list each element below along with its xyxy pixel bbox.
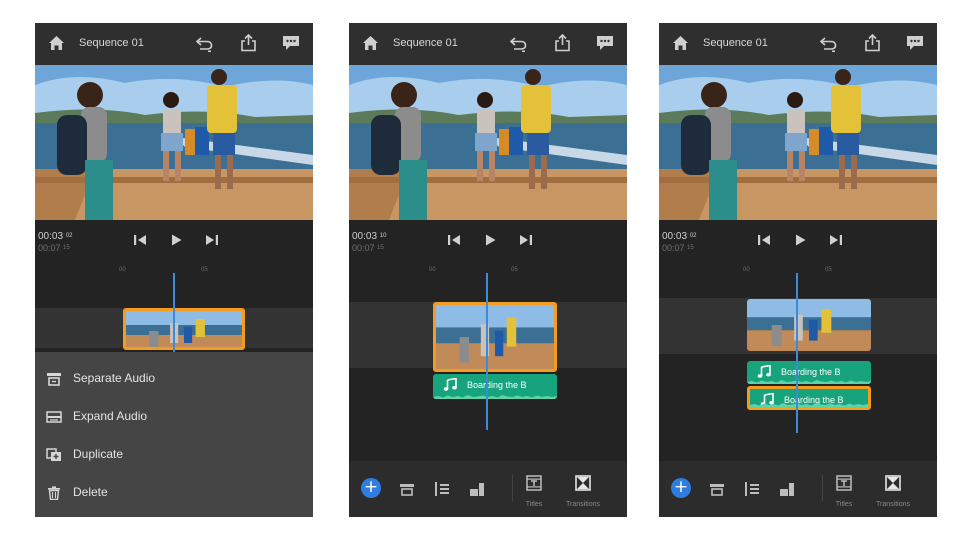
phone-screen-duplicated-audio: Sequence 01 00:03 02 00:07 15 00 05 Boar… — [659, 23, 937, 517]
transitions-icon[interactable] — [885, 475, 901, 491]
menu-item-label: Duplicate — [73, 447, 124, 461]
trash-icon — [48, 486, 60, 500]
ruler-label: 05 — [201, 267, 208, 273]
crop-icon[interactable] — [469, 481, 485, 497]
playhead[interactable] — [486, 273, 488, 430]
step-back-icon[interactable] — [447, 233, 461, 247]
titles-icon[interactable] — [836, 475, 852, 491]
share-icon[interactable] — [864, 34, 881, 52]
share-icon[interactable] — [240, 34, 257, 52]
play-icon[interactable] — [169, 233, 183, 247]
undo-icon[interactable] — [819, 34, 838, 53]
bottom-toolbar: + Titles Transitions — [659, 461, 937, 517]
duplicated-audio-clip[interactable]: Boarding the B — [747, 386, 871, 410]
ruler-label: 00 — [743, 267, 750, 273]
phone-screen-selected-clip: Sequence 01 00:03 10 00:07 15 00 05 Boar… — [349, 23, 627, 517]
menu-item-delete[interactable]: Delete — [35, 474, 313, 512]
menu-item-label: Delete — [73, 485, 108, 499]
step-forward-icon[interactable] — [519, 233, 533, 247]
toolbar-divider — [512, 475, 513, 501]
toolbar-divider — [822, 475, 823, 501]
waveform — [747, 379, 871, 384]
titles-icon[interactable] — [526, 475, 542, 491]
phone-screen-context-menu: Sequence 01 00:03 02 00:07 15 00 05 Sepa… — [35, 23, 313, 517]
step-forward-icon[interactable] — [829, 233, 843, 247]
transitions-icon[interactable] — [575, 475, 591, 491]
transitions-label: Transitions — [876, 501, 910, 508]
step-back-icon[interactable] — [133, 233, 147, 247]
menu-item-separate-audio[interactable]: Separate Audio — [35, 360, 313, 398]
ruler-label: 00 — [429, 267, 436, 273]
sequence-title: Sequence 01 — [79, 37, 144, 49]
audio-clip[interactable]: Boarding the B — [433, 374, 557, 399]
playhead[interactable] — [173, 273, 175, 352]
video-preview[interactable] — [659, 65, 937, 220]
current-timecode: 00:03 02 — [662, 231, 697, 242]
titles-label: Titles — [525, 501, 543, 508]
duplicate-icon — [46, 448, 61, 461]
crop-icon[interactable] — [779, 481, 795, 497]
menu-item-duplicate[interactable]: Duplicate — [35, 436, 313, 474]
home-icon[interactable] — [362, 35, 379, 51]
total-timecode: 00:07 15 — [38, 243, 70, 253]
step-back-icon[interactable] — [757, 233, 771, 247]
play-icon[interactable] — [793, 233, 807, 247]
sequence-title: Sequence 01 — [393, 37, 458, 49]
video-clip[interactable] — [433, 302, 557, 372]
music-note-icon — [757, 365, 771, 378]
audio-clip-label: Boarding the B — [467, 380, 527, 390]
sequence-title: Sequence 01 — [703, 37, 768, 49]
waveform — [433, 394, 557, 399]
video-clip[interactable] — [123, 308, 245, 350]
titles-label: Titles — [835, 501, 853, 508]
audio-clip-label: Boarding the B — [781, 367, 841, 377]
separate-audio-icon — [47, 373, 61, 386]
clip-context-menu: Separate Audio Expand Audio Duplicate De… — [35, 352, 313, 517]
video-clip[interactable] — [747, 299, 871, 351]
audio-clip[interactable]: Boarding the B — [747, 361, 871, 384]
home-icon[interactable] — [672, 35, 689, 51]
comment-icon[interactable] — [282, 35, 300, 51]
current-timecode: 00:03 02 — [38, 231, 73, 242]
step-forward-icon[interactable] — [205, 233, 219, 247]
split-clip-icon[interactable] — [434, 481, 450, 497]
expand-audio-icon — [46, 411, 62, 423]
menu-item-label: Expand Audio — [73, 409, 148, 423]
ruler-label: 05 — [825, 267, 832, 273]
playhead[interactable] — [796, 273, 798, 433]
add-media-button[interactable]: + — [671, 478, 691, 498]
menu-item-expand-audio[interactable]: Expand Audio — [35, 398, 313, 436]
total-timecode: 00:07 15 — [662, 243, 694, 253]
current-timecode: 00:03 10 — [352, 231, 387, 242]
home-icon[interactable] — [48, 35, 65, 51]
transitions-label: Transitions — [566, 501, 600, 508]
undo-icon[interactable] — [509, 34, 528, 53]
bottom-toolbar: + Titles Transitions — [349, 461, 627, 517]
top-bar: Sequence 01 — [659, 23, 937, 65]
waveform — [750, 402, 868, 407]
undo-icon[interactable] — [195, 34, 214, 53]
music-note-icon — [443, 378, 457, 391]
comment-icon[interactable] — [596, 35, 614, 51]
menu-item-label: Separate Audio — [73, 371, 156, 385]
top-bar: Sequence 01 — [349, 23, 627, 65]
comment-icon[interactable] — [906, 35, 924, 51]
split-clip-icon[interactable] — [744, 481, 760, 497]
separate-audio-icon[interactable] — [399, 481, 415, 497]
ruler-label: 00 — [119, 267, 126, 273]
separate-audio-icon[interactable] — [709, 481, 725, 497]
add-media-button[interactable]: + — [361, 478, 381, 498]
video-preview[interactable] — [35, 65, 313, 220]
total-timecode: 00:07 15 — [352, 243, 384, 253]
video-preview[interactable] — [349, 65, 627, 220]
share-icon[interactable] — [554, 34, 571, 52]
ruler-label: 05 — [511, 267, 518, 273]
top-bar: Sequence 01 — [35, 23, 313, 65]
play-icon[interactable] — [483, 233, 497, 247]
